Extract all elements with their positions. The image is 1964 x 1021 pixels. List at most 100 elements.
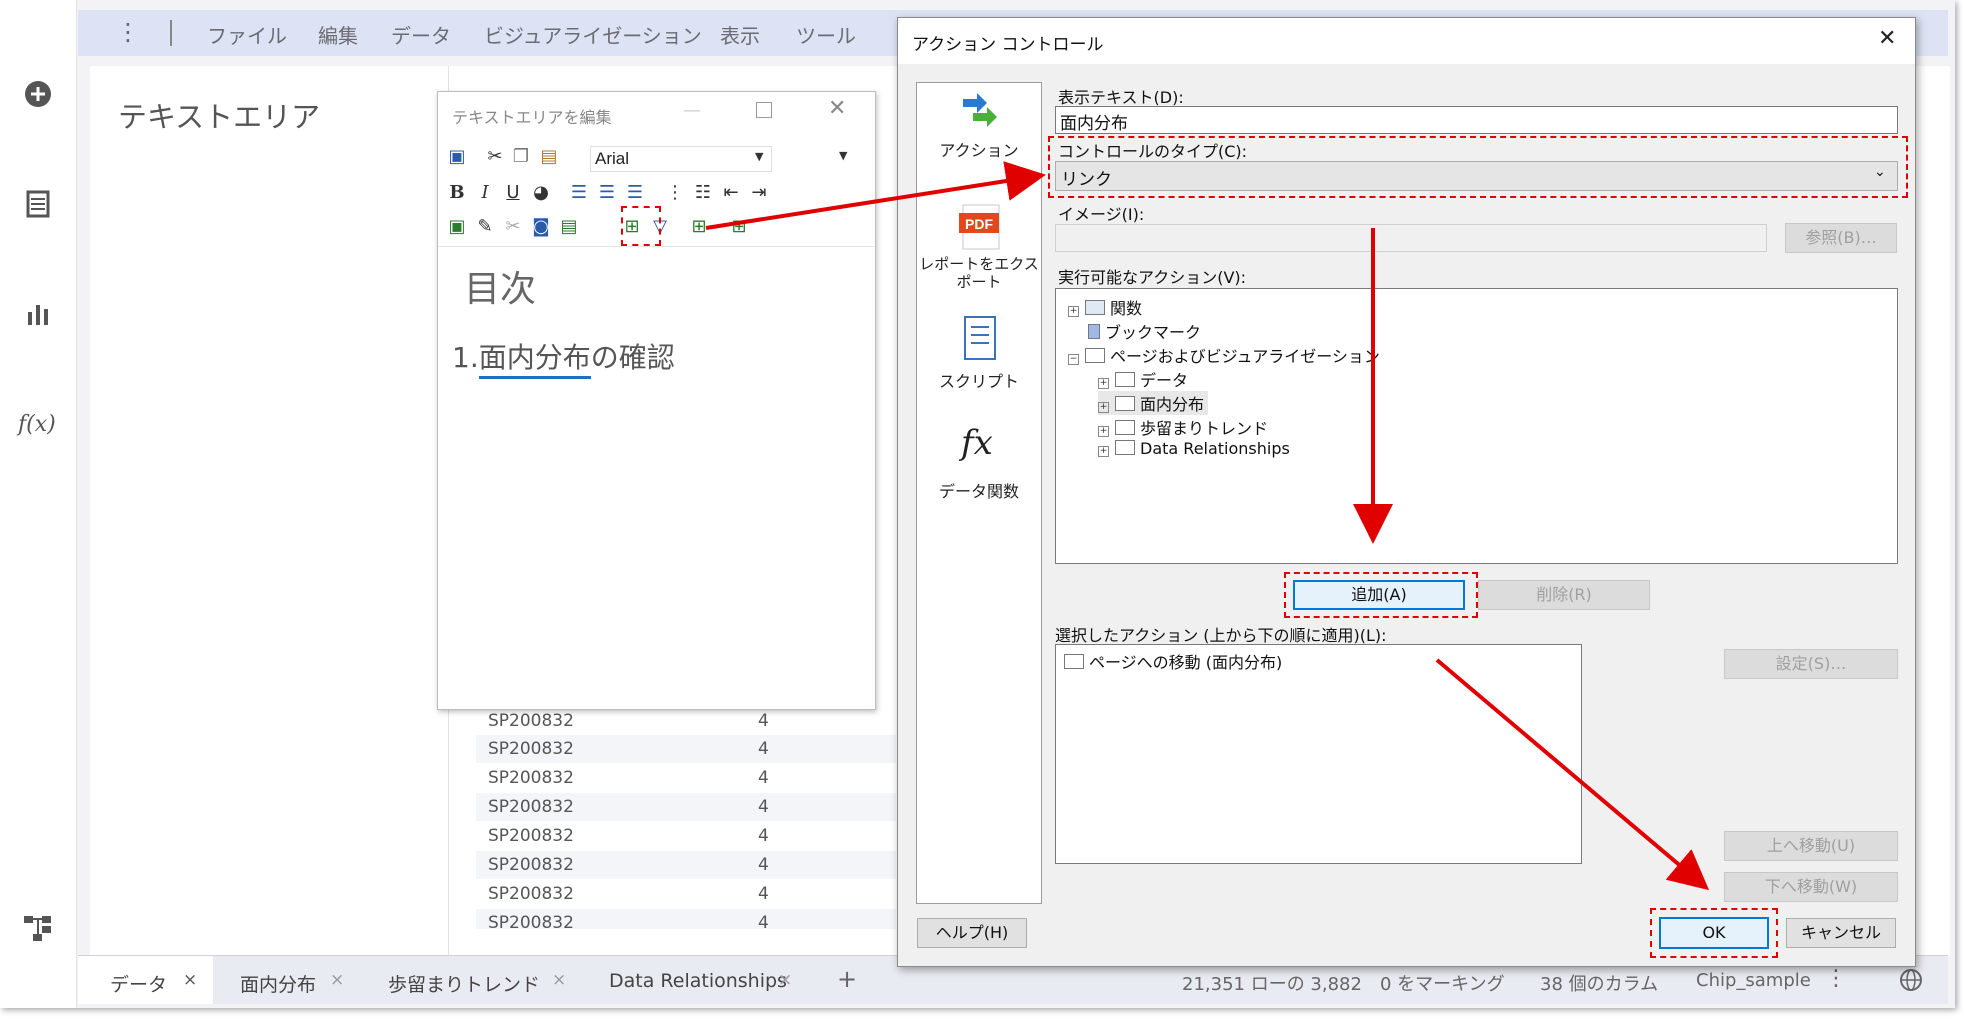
menu-visualization[interactable]: ビジュアライゼーション [484, 20, 702, 49]
paste-icon[interactable]: ▤ [538, 146, 560, 168]
display-text-input[interactable]: 面内分布 [1055, 106, 1898, 134]
align-right-icon[interactable]: ☰ [624, 182, 646, 204]
selected-actions-list[interactable]: ページへの移動 (面内分布) [1055, 644, 1582, 864]
data-source-status[interactable]: Chip_sample [1696, 970, 1811, 991]
close-icon[interactable]: ✕ [828, 96, 846, 121]
function-icon[interactable]: fx [961, 423, 993, 463]
script-icon[interactable] [961, 315, 1001, 363]
menu-tools[interactable]: ツール [796, 20, 856, 49]
minimize-icon[interactable]: — [683, 100, 701, 121]
add-page-button[interactable]: + [837, 965, 857, 993]
category-export-report[interactable]: レポートをエクスポート [917, 255, 1041, 291]
tree-item-page-data[interactable]: + データ [1098, 367, 1188, 391]
table-cell: 4 [758, 711, 769, 731]
tab-data[interactable]: データ [110, 970, 167, 997]
data-flow-icon[interactable] [22, 912, 54, 944]
align-center-icon[interactable]: ☰ [596, 182, 618, 204]
menu-edit[interactable]: 編集 [318, 20, 358, 49]
tree-label: 関数 [1110, 299, 1143, 318]
table-row: SP200832 4 [476, 735, 896, 763]
insert-image-icon[interactable]: ▣ [446, 216, 468, 238]
maximize-icon[interactable] [756, 102, 772, 118]
save-icon[interactable]: ▣ [446, 146, 468, 168]
insert-property-icon[interactable]: ▤ [558, 216, 580, 238]
bulleted-list-icon[interactable]: ☷ [692, 182, 714, 204]
add-icon[interactable] [22, 78, 54, 110]
close-icon[interactable]: ✕ [1878, 26, 1896, 51]
table-cell: 4 [758, 855, 769, 875]
insert-list-box-icon[interactable]: ⊞ [728, 216, 750, 238]
tab-yield-trend[interactable]: 歩留まりトレンド [388, 970, 540, 997]
table-cell: SP200832 [488, 711, 574, 731]
tree-item-page-in-plane[interactable]: + 面内分布 [1098, 391, 1209, 415]
menu-data[interactable]: データ [391, 20, 451, 49]
tab-in-plane-distribution[interactable]: 面内分布 [240, 970, 316, 997]
chevron-down-icon: ▼ [839, 149, 848, 162]
tree-item-page-yield[interactable]: + 歩留まりトレンド [1098, 415, 1268, 439]
toc-item: 1.面内分布の確認 [452, 336, 675, 379]
row-count-status: 21,351 ローの 3,882 [1182, 974, 1362, 995]
tree-item-page-relationships[interactable]: + Data Relationships [1098, 439, 1290, 458]
menu-file[interactable]: ファイル [207, 20, 287, 49]
category-data-function[interactable]: データ関数 [917, 478, 1041, 502]
toc-heading: 目次 [464, 269, 537, 310]
tree-item-bookmark[interactable]: ブックマーク [1088, 319, 1201, 343]
more-vertical-icon[interactable]: ⋮ [116, 18, 140, 46]
tab-close-icon[interactable]: × [183, 970, 197, 990]
hyperlink-icon[interactable]: ✎ [474, 216, 496, 238]
color-palette-icon[interactable]: ◕ [530, 182, 552, 204]
menu-view[interactable]: 表示 [720, 20, 760, 49]
font-select[interactable]: Arial ▼ [590, 146, 772, 172]
insert-dropdown-icon[interactable]: ⊞ [688, 216, 710, 238]
underline-icon[interactable]: U [502, 182, 524, 204]
outdent-icon[interactable]: ⇤ [720, 182, 742, 204]
help-button[interactable]: ヘルプ(H) [917, 918, 1027, 948]
table-row: SP200832 4 [476, 707, 896, 735]
insert-visual-icon[interactable]: ◙ [530, 216, 552, 238]
cut-icon[interactable]: ✂ [484, 146, 506, 168]
font-select-value: Arial [595, 149, 630, 168]
move-up-button: 上へ移動(U) [1724, 831, 1898, 861]
menu-divider [170, 20, 172, 46]
table-row: SP200832 4 [476, 909, 896, 929]
tab-close-icon[interactable]: × [552, 970, 566, 990]
available-actions-tree[interactable]: + 関数 ブックマーク − ページおよびビジュアライゼーション + データ + 面内分布… [1055, 288, 1898, 564]
tree-label: データ [1140, 371, 1189, 390]
category-action[interactable]: アクション [917, 137, 1041, 161]
tree-item-pages[interactable]: − ページおよびビジュアライゼーション [1068, 343, 1380, 367]
data-table-icon[interactable] [22, 188, 54, 220]
selected-action-item[interactable]: ページへの移動 (面内分布) [1064, 649, 1282, 673]
italic-icon[interactable]: I [474, 182, 496, 204]
table-cell: 4 [758, 797, 769, 817]
tab-close-icon[interactable]: × [330, 970, 344, 990]
visualization-icon[interactable] [22, 298, 54, 330]
table-cell: 4 [758, 826, 769, 846]
table-cell: 4 [758, 768, 769, 788]
toolbar-divider [438, 246, 875, 247]
globe-icon[interactable] [1899, 968, 1923, 992]
browse-button: 参照(B)… [1785, 223, 1897, 253]
dialog-title: アクション コントロール [912, 35, 1104, 55]
column-count-status: 38 個のカラム [1540, 974, 1659, 995]
toc-item-link[interactable]: 面内分布 [478, 341, 591, 379]
tab-data-relationships[interactable]: Data Relationships [609, 970, 787, 992]
dialog-category-list: アクション PDF レポートをエクスポート スクリプト fx データ関数 [916, 82, 1042, 904]
more-vertical-icon[interactable]: ⋮ [1825, 966, 1847, 991]
remove-link-icon[interactable]: ✂ [502, 216, 524, 238]
action-control-dialog: アクション コントロール ✕ アクション PDF レポートをエクスポート スクリ… [897, 17, 1916, 967]
image-label: イメージ(I): [1058, 205, 1145, 224]
cancel-button[interactable]: キャンセル [1786, 918, 1896, 948]
category-script[interactable]: スクリプト [917, 368, 1041, 392]
tree-item-functions[interactable]: + 関数 [1068, 295, 1142, 319]
pdf-icon[interactable]: PDF [957, 203, 1005, 251]
action-icon[interactable] [957, 89, 1001, 133]
font-size-select[interactable]: ▼ [833, 146, 855, 170]
settings-button: 設定(S)… [1724, 649, 1898, 679]
tab-close-icon[interactable]: × [778, 970, 792, 990]
align-left-icon[interactable]: ☰ [568, 182, 590, 204]
indent-icon[interactable]: ⇥ [748, 182, 770, 204]
numbered-list-icon[interactable]: ⋮ [664, 182, 686, 204]
bold-icon[interactable]: B [446, 182, 468, 204]
function-icon[interactable]: f(x) [18, 412, 56, 437]
copy-icon[interactable]: ❐ [510, 146, 532, 168]
